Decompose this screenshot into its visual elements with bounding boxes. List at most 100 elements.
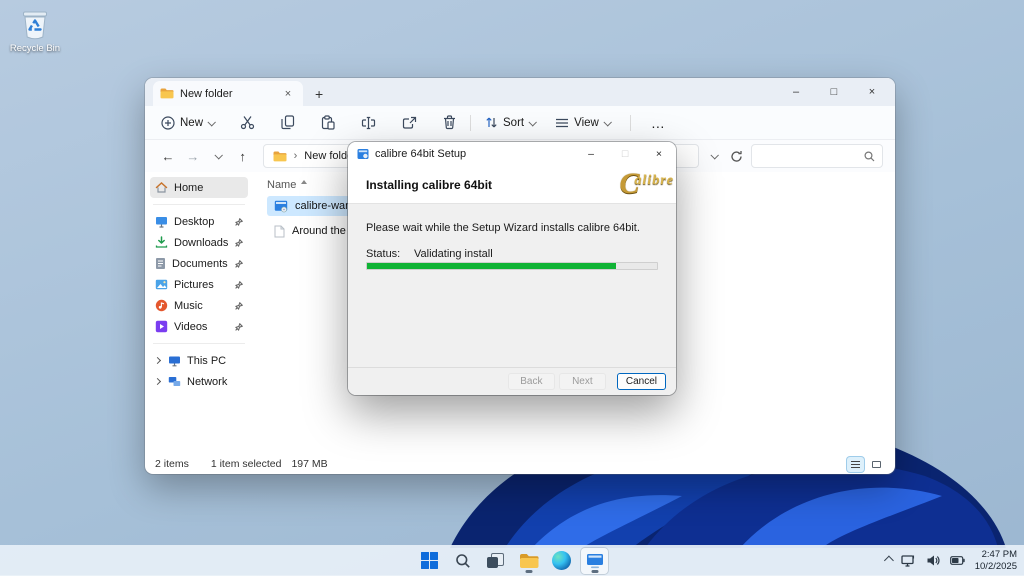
videos-icon <box>155 320 168 333</box>
chevron-down-icon <box>710 151 718 159</box>
maximize-button[interactable]: □ <box>815 78 853 106</box>
delete-icon[interactable] <box>443 115 456 130</box>
explorer-tab-bar: New folder × + – □ × <box>145 78 895 106</box>
sidebar-item-videos[interactable]: Videos <box>150 316 248 337</box>
sidebar-item-desktop[interactable]: Desktop <box>150 211 248 232</box>
view-lines-icon <box>555 117 569 129</box>
explorer-tab[interactable]: New folder × <box>153 81 303 106</box>
installer-heading: Installing calibre 64bit <box>366 178 492 192</box>
new-tab-button[interactable]: + <box>315 87 323 101</box>
rename-icon[interactable] <box>361 116 376 130</box>
tab-title: New folder <box>180 88 233 100</box>
pin-icon <box>235 239 243 247</box>
address-dropdown-button[interactable] <box>706 144 722 168</box>
windows-logo-icon <box>421 552 439 570</box>
chevron-right-icon[interactable] <box>154 357 161 364</box>
sidebar-item-documents[interactable]: Documents <box>150 253 248 274</box>
sidebar-item-home[interactable]: Home <box>150 177 248 198</box>
navigation-pane: Home Desktop <box>145 172 251 454</box>
cut-icon[interactable] <box>240 115 255 130</box>
sidebar-item-label: This PC <box>187 355 226 367</box>
documents-icon <box>155 257 166 270</box>
pin-icon <box>235 218 243 226</box>
start-button[interactable] <box>416 548 443 574</box>
search-box[interactable] <box>751 144 883 168</box>
task-view-button[interactable] <box>482 548 509 574</box>
sidebar-item-label: Videos <box>174 321 207 333</box>
refresh-icon <box>730 150 743 163</box>
large-icons-view-button[interactable] <box>868 457 885 472</box>
installer-app-icon <box>357 148 369 160</box>
this-pc-icon <box>168 355 181 367</box>
taskbar-file-explorer[interactable] <box>515 548 542 574</box>
details-view-button[interactable] <box>847 457 864 472</box>
paste-icon[interactable] <box>321 115 335 130</box>
installer-body: Please wait while the Setup Wizard insta… <box>348 204 676 367</box>
network-tray-icon[interactable] <box>901 554 916 567</box>
chevron-down-icon <box>603 118 611 126</box>
taskbar-clock[interactable]: 2:47 PM 10/2/2025 <box>975 549 1017 572</box>
up-button[interactable]: ↑ <box>232 144 254 168</box>
search-icon <box>864 151 875 162</box>
recycle-bin-icon <box>20 8 50 41</box>
chevron-right-icon[interactable] <box>154 378 161 385</box>
view-button-label: View <box>574 117 599 129</box>
hidden-icons-chevron[interactable] <box>884 556 894 566</box>
sidebar-item-music[interactable]: Music <box>150 295 248 316</box>
sort-arrows-icon <box>485 116 498 129</box>
installer-status-label: Status: <box>366 248 400 260</box>
explorer-toolbar: New <box>145 106 895 140</box>
clock-time: 2:47 PM <box>975 549 1017 560</box>
edge-icon <box>552 551 571 570</box>
recycle-bin[interactable]: Recycle Bin <box>6 8 64 54</box>
plus-circle-icon <box>161 116 175 130</box>
sidebar-item-label: Home <box>174 182 203 194</box>
taskbar-edge[interactable] <box>548 548 575 574</box>
chevron-down-icon <box>214 151 222 159</box>
close-button[interactable]: × <box>853 78 891 106</box>
installer-dialog: calibre 64bit Setup – □ × Installing cal… <box>348 142 676 395</box>
volume-icon[interactable] <box>926 554 940 567</box>
view-button[interactable]: View <box>555 117 610 129</box>
installer-status-value: Validating install <box>414 248 493 260</box>
back-button[interactable]: ← <box>157 144 179 168</box>
recycle-bin-label: Recycle Bin <box>6 43 64 54</box>
forward-button[interactable]: → <box>182 144 204 168</box>
new-button[interactable]: New <box>161 116 214 130</box>
sidebar-item-pictures[interactable]: Pictures <box>150 274 248 295</box>
refresh-button[interactable] <box>726 144 748 168</box>
search-icon <box>455 553 471 569</box>
sidebar-separator <box>153 204 245 205</box>
search-input[interactable] <box>759 150 864 162</box>
taskbar: 2:47 PM 10/2/2025 <box>0 545 1024 576</box>
copy-icon[interactable] <box>281 115 295 130</box>
pictures-icon <box>155 279 168 290</box>
system-tray: 2:47 PM 10/2/2025 <box>884 545 1017 576</box>
installer-header: Installing calibre 64bit Calibre <box>348 166 676 204</box>
recent-locations-button[interactable] <box>207 144 229 168</box>
toolbar-divider <box>470 115 471 131</box>
toolbar-divider <box>630 115 631 131</box>
pin-icon <box>235 260 243 268</box>
cancel-button-installer[interactable]: Cancel <box>617 373 666 390</box>
installer-close-button[interactable]: × <box>642 142 676 166</box>
calibre-logo-text: alibre <box>635 173 674 188</box>
taskbar-installer-app[interactable] <box>581 548 608 574</box>
tab-close-icon[interactable]: × <box>280 86 296 102</box>
clock-date: 10/2/2025 <box>975 561 1017 572</box>
more-options-button[interactable]: … <box>651 115 665 131</box>
battery-icon[interactable] <box>950 556 965 565</box>
sort-button-label: Sort <box>503 117 524 129</box>
share-icon[interactable] <box>402 116 417 130</box>
sidebar-item-this-pc[interactable]: This PC <box>150 350 248 371</box>
installer-footer: Back Next Cancel <box>348 367 676 395</box>
taskbar-search-button[interactable] <box>449 548 476 574</box>
minimize-button[interactable]: – <box>777 78 815 106</box>
installer-minimize-button[interactable]: – <box>574 142 608 166</box>
sidebar-item-label: Documents <box>172 258 228 270</box>
sidebar-item-network[interactable]: Network <box>150 371 248 392</box>
sidebar-item-label: Music <box>174 300 203 312</box>
installer-maximize-button: □ <box>608 142 642 166</box>
sort-button[interactable]: Sort <box>485 116 535 129</box>
sidebar-item-downloads[interactable]: Downloads <box>150 232 248 253</box>
